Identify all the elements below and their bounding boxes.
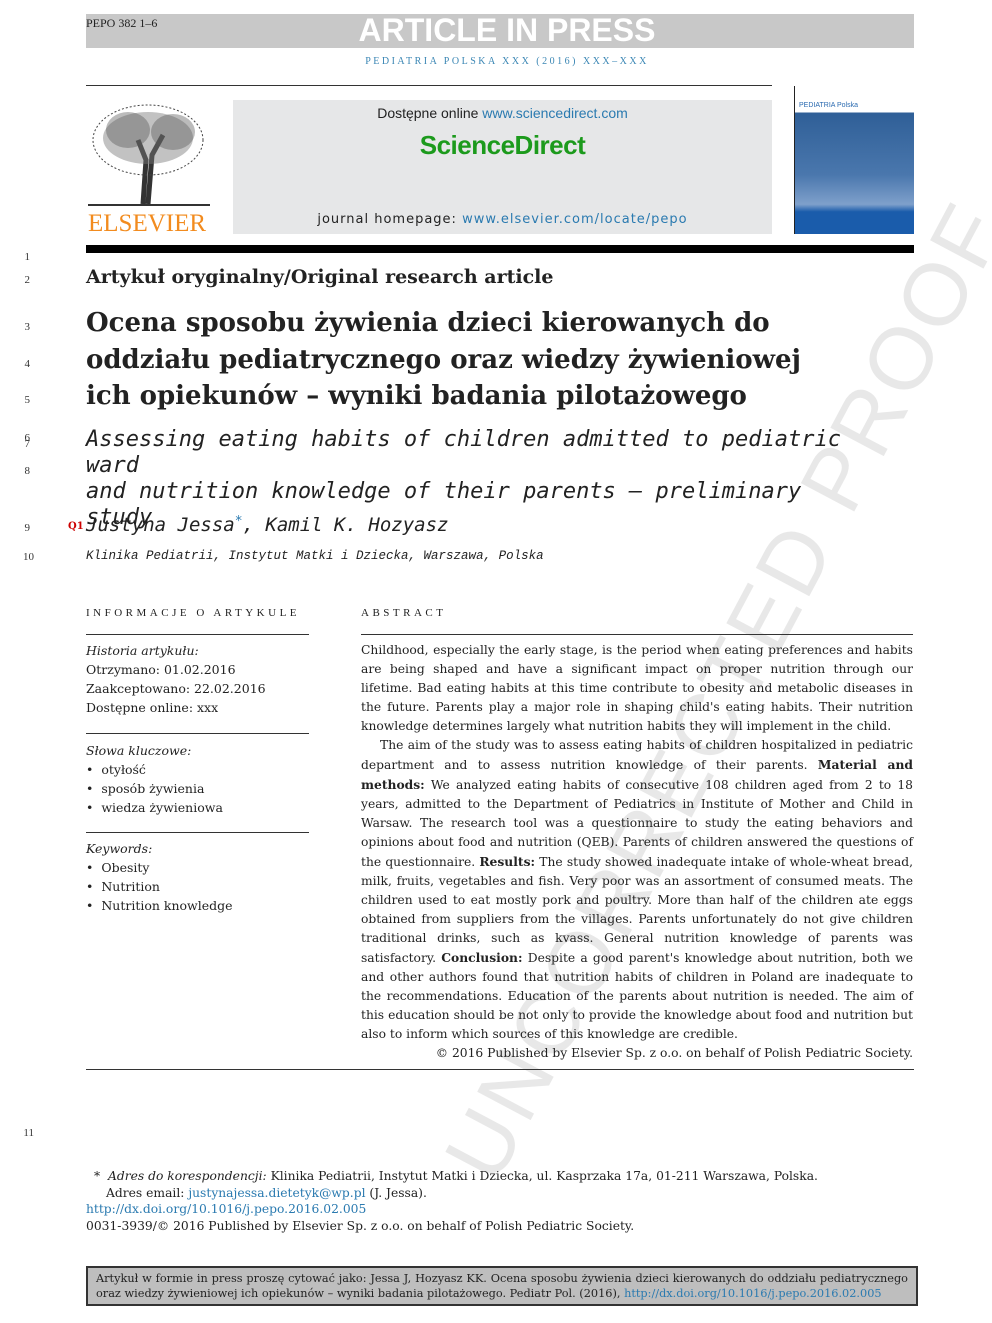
issn-copyright: 0031-3939/© 2016 Published by Elsevier S…: [86, 1219, 635, 1233]
cover-title: PEDIATRIA Polska: [799, 102, 859, 109]
header-divider: [86, 245, 914, 253]
sciencedirect-link[interactable]: www.sciencedirect.com: [482, 105, 628, 121]
email-note: Adres email: justynajessa.dietetyk@wp.pl…: [106, 1186, 427, 1200]
email-link[interactable]: justynajessa.dietetyk@wp.pl: [188, 1186, 365, 1200]
line-number: 9: [24, 522, 31, 534]
title-line: Ocena sposobu żywienia dzieci kierowanyc…: [86, 308, 770, 338]
divider: [86, 634, 309, 635]
keywords-en: Keywords: • Obesity • Nutrition • Nutrit…: [86, 839, 309, 915]
corresponding-marker[interactable]: *: [235, 514, 243, 529]
english-title-line: Assessing eating habits of children admi…: [86, 427, 841, 478]
keyword: • Obesity: [86, 860, 150, 875]
divider: [86, 85, 772, 86]
journal-homepage: journal homepage: www.elsevier.com/locat…: [233, 212, 772, 227]
conclusion-label: Conclusion:: [441, 950, 523, 965]
citation-box: Artykuł w formie in press proszę cytować…: [86, 1266, 918, 1306]
query-marker: Q1: [68, 521, 84, 532]
history-item: Zaakceptowano: 22.02.2016: [86, 681, 266, 696]
correspondence-note: * Adres do korespondencji: Klinika Pedia…: [94, 1169, 818, 1183]
journal-cover-image: PEDIATRIA Polska: [794, 86, 914, 234]
citation-doi-link[interactable]: http://dx.doi.org/10.1016/j.pepo.2016.02…: [624, 1287, 882, 1300]
article-page: UNCORRECTED PROOF PEPO 382 1–6 ARTICLE I…: [0, 0, 992, 1323]
homepage-label: journal homepage:: [317, 212, 463, 227]
elsevier-wordmark: ELSEVIER: [88, 210, 207, 237]
line-number: 2: [24, 274, 31, 286]
keyword: • otyłość: [86, 762, 146, 777]
history-item: Dostępne online: xxx: [86, 700, 219, 715]
journal-running-head: PEDIATRIA POLSKA XXX (2016) XXX–XXX: [365, 56, 649, 67]
line-number: 4: [24, 358, 31, 370]
history-item: Otrzymano: 01.02.2016: [86, 662, 236, 677]
abstract-copyright: © 2016 Published by Elsevier Sp. z o.o. …: [435, 1046, 913, 1060]
line-number: 3: [24, 321, 31, 333]
keyword: • wiedza żywieniowa: [86, 800, 223, 815]
line-number: 8: [24, 465, 31, 477]
author-name[interactable]: Justyna Jessa: [86, 514, 235, 536]
results-label: Results:: [479, 854, 536, 869]
available-label: Dostępne online: [377, 105, 483, 121]
divider: [86, 1069, 914, 1070]
abstract-heading: ABSTRACT: [361, 607, 447, 619]
article-type: Artykuł oryginalny/Original research art…: [86, 266, 554, 288]
article-in-press-label: ARTICLE IN PRESS: [358, 12, 656, 48]
affiliation: Klinika Pediatrii, Instytut Matki i Dzie…: [86, 549, 544, 563]
author-list: Justyna Jessa*, Kamil K. Hozyasz: [86, 514, 448, 536]
available-online: Dostępne online www.sciencedirect.com: [233, 105, 772, 121]
abstract-paragraph: Childhood, especially the early stage, i…: [361, 643, 913, 733]
elsevier-tree-logo: [88, 104, 210, 206]
title-line: ich opiekunów – wyniki badania pilotażow…: [86, 381, 747, 411]
sciencedirect-logo: ScienceDirect: [419, 130, 586, 160]
line-number: 11: [23, 1127, 34, 1139]
line-number: 10: [23, 551, 34, 563]
article-info-heading: INFORMACJE O ARTYKULE: [86, 607, 301, 619]
keywords-label: Keywords:: [86, 841, 153, 856]
title-line: oddziału pediatrycznego oraz wiedzy żywi…: [86, 344, 801, 375]
divider: [361, 634, 913, 635]
history-label: Historia artykułu:: [86, 643, 199, 658]
doi-link[interactable]: http://dx.doi.org/10.1016/j.pepo.2016.02…: [86, 1201, 366, 1218]
line-number: 7: [24, 438, 31, 450]
keyword: • Nutrition knowledge: [86, 898, 233, 913]
keywords-pl: Słowa kluczowe: • otyłość • sposób żywie…: [86, 741, 309, 817]
keyword: • Nutrition: [86, 879, 160, 894]
abstract-paragraph: The aim of the study was to assess eatin…: [361, 738, 913, 1041]
keyword: • sposób żywienia: [86, 781, 205, 796]
keywords-label: Słowa kluczowe:: [86, 743, 192, 758]
article-history: Historia artykułu: Otrzymano: 01.02.2016…: [86, 641, 309, 717]
author-name[interactable]: , Kamil K. Hozyasz: [243, 514, 449, 536]
line-number: 1: [24, 251, 31, 263]
divider: [86, 832, 309, 833]
abstract-body: Childhood, especially the early stage, i…: [361, 641, 913, 1063]
line-number: 5: [24, 394, 31, 406]
divider: [86, 733, 309, 734]
homepage-link[interactable]: www.elsevier.com/locate/pepo: [462, 212, 688, 227]
article-title: Ocena sposobu żywienia dzieci kierowanyc…: [86, 305, 826, 415]
